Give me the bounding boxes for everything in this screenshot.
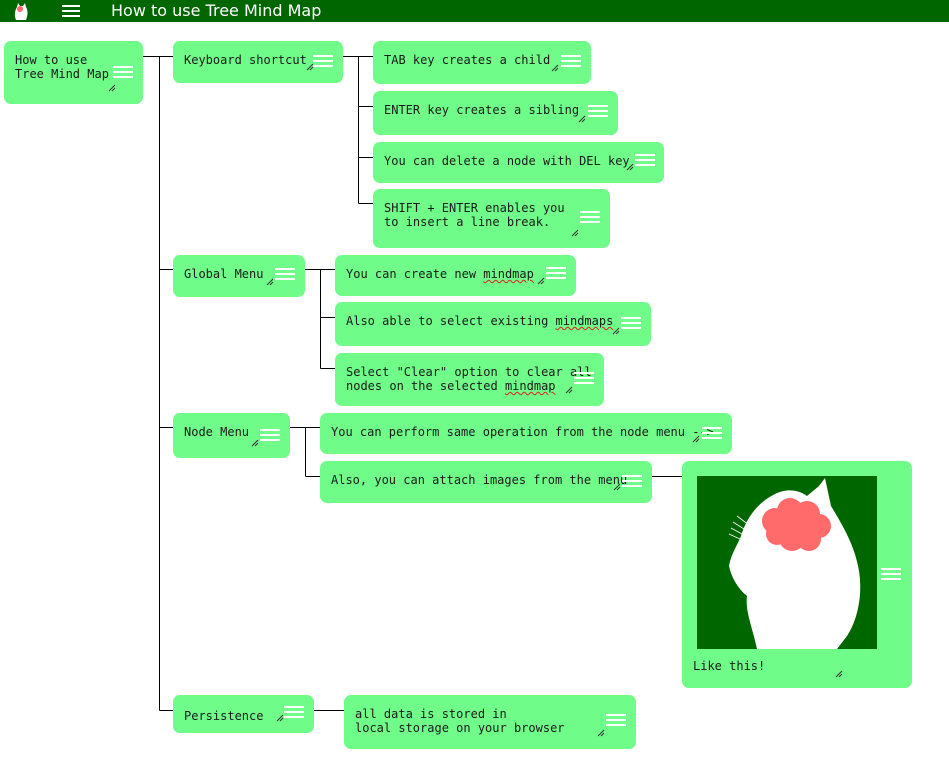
resize-grip-icon[interactable] — [565, 386, 573, 394]
node-text-part: nodes on the selected — [346, 379, 505, 393]
resize-grip-icon[interactable] — [835, 670, 843, 678]
node-menu-icon[interactable] — [588, 105, 608, 119]
node-local-storage[interactable]: all data is stored in local storage on y… — [344, 695, 636, 749]
node-text[interactable]: You can delete a node with DEL key — [384, 154, 630, 168]
resize-grip-icon[interactable] — [551, 64, 559, 72]
node-text[interactable]: Persistence — [184, 709, 263, 723]
node-text[interactable]: Global Menu — [184, 267, 263, 281]
node-menu-icon[interactable] — [621, 317, 641, 331]
node-select-mindmaps[interactable]: Also able to select existing mindmaps — [335, 302, 651, 346]
resize-grip-icon[interactable] — [613, 483, 621, 491]
node-menu-icon[interactable] — [313, 55, 333, 69]
node-menu-icon[interactable] — [580, 211, 600, 225]
node-create-mindmap[interactable]: You can create new mindmap — [335, 255, 576, 296]
node-menu-icon[interactable] — [606, 714, 626, 728]
node-tab-key[interactable]: TAB key creates a child — [373, 41, 591, 84]
resize-grip-icon[interactable] — [626, 163, 634, 171]
node-enter-key[interactable]: ENTER key creates a sibling — [373, 91, 618, 135]
resize-grip-icon[interactable] — [571, 229, 579, 237]
node-del-key[interactable]: You can delete a node with DEL key — [373, 142, 664, 183]
node-text[interactable]: SHIFT + ENTER enables you to insert a li… — [384, 201, 565, 229]
node-keyboard-shortcut[interactable]: Keyboard shortcut — [173, 41, 343, 83]
node-text[interactable]: Also able to select existing mindmaps — [346, 314, 613, 328]
node-text-part: You can create new — [346, 267, 484, 281]
node-menu-icon[interactable] — [635, 154, 655, 168]
node-text[interactable]: You can perform same operation from the … — [331, 425, 714, 439]
node-image-example[interactable]: Like this! — [682, 461, 912, 688]
node-clear-option[interactable]: Select "Clear" option to clear all nodes… — [335, 353, 604, 406]
misspelled-word: mindmap — [483, 267, 534, 281]
misspelled-word: mindmap — [504, 379, 556, 393]
node-text[interactable]: TAB key creates a child — [384, 53, 550, 67]
resize-grip-icon[interactable] — [537, 277, 545, 285]
node-menu-icon[interactable] — [275, 268, 295, 282]
node-menu-icon[interactable] — [574, 372, 594, 386]
resize-grip-icon[interactable] — [306, 63, 314, 71]
node-persistence[interactable]: Persistence — [173, 695, 314, 733]
resize-grip-icon[interactable] — [266, 278, 274, 286]
node-menu-icon[interactable] — [113, 66, 133, 80]
resize-grip-icon[interactable] — [276, 714, 284, 722]
node-menu-icon[interactable] — [622, 475, 642, 489]
node-text[interactable]: You can create new mindmap — [346, 267, 534, 281]
node-global-menu[interactable]: Global Menu — [173, 255, 305, 297]
node-text[interactable]: all data is stored in local storage on y… — [355, 707, 565, 735]
node-text[interactable]: Like this! — [693, 659, 765, 673]
resize-grip-icon[interactable] — [612, 327, 620, 335]
node-text[interactable]: How to use Tree Mind Map — [15, 53, 109, 81]
node-text[interactable]: Keyboard shortcut — [184, 53, 307, 67]
node-text[interactable]: Select "Clear" option to clear all nodes… — [346, 365, 592, 393]
node-same-operation[interactable]: You can perform same operation from the … — [320, 413, 732, 454]
node-menu-icon[interactable] — [561, 55, 581, 69]
node-menu-icon[interactable] — [702, 427, 722, 441]
node-attach-images[interactable]: Also, you can attach images from the men… — [320, 461, 652, 503]
root-node[interactable]: How to use Tree Mind Map — [4, 41, 143, 104]
node-text[interactable]: Also, you can attach images from the men… — [331, 473, 627, 487]
node-text[interactable]: Node Menu — [184, 425, 249, 439]
node-menu-icon[interactable] — [546, 267, 566, 281]
resize-grip-icon[interactable] — [597, 729, 605, 737]
resize-grip-icon[interactable] — [108, 84, 116, 92]
node-menu-icon[interactable] — [284, 706, 304, 720]
resize-grip-icon[interactable] — [578, 115, 586, 123]
node-text[interactable]: ENTER key creates a sibling — [384, 103, 579, 117]
node-menu-icon[interactable] — [881, 568, 901, 582]
cat-brain-image — [697, 476, 877, 649]
node-shift-enter[interactable]: SHIFT + ENTER enables you to insert a li… — [373, 189, 610, 248]
resize-grip-icon[interactable] — [692, 435, 700, 443]
node-node-menu[interactable]: Node Menu — [173, 413, 290, 458]
node-menu-icon[interactable] — [260, 429, 280, 443]
resize-grip-icon[interactable] — [251, 439, 259, 447]
node-text-part: Also able to select existing — [346, 314, 556, 328]
misspelled-word: mindmaps — [555, 314, 614, 328]
node-text-part: Select "Clear" option to clear all — [346, 365, 592, 379]
